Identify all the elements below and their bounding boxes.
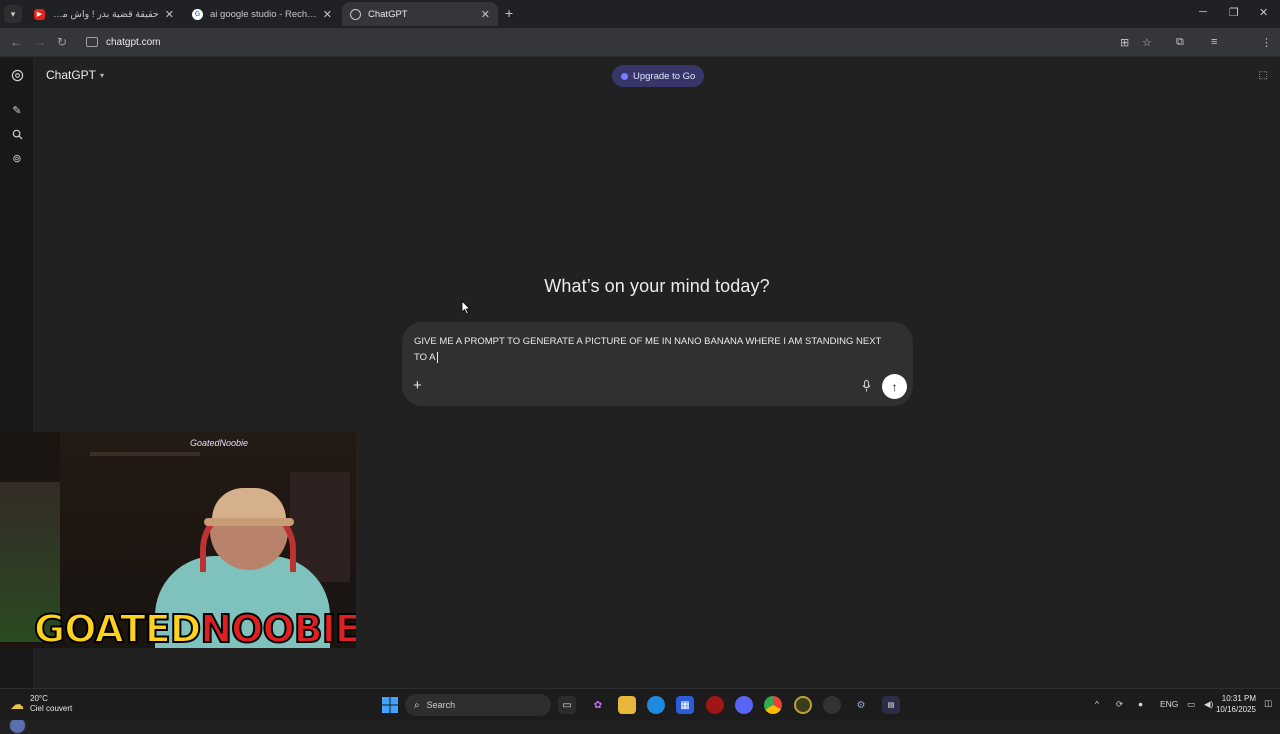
app-camera-icon[interactable] [823,696,841,714]
close-icon[interactable]: ✕ [481,8,490,21]
youtube-icon: ▶ [34,8,45,20]
chrome-icon[interactable] [764,696,782,714]
weather-text: 20°C Ciel couvert [30,694,72,714]
task-view-icon[interactable]: ▭ [558,696,576,714]
browser-tab-bar: ▾ ▶ حقيقة قضية بدر ! واش مرتو دات ✕ G ai… [0,0,1280,28]
settings-gear-icon[interactable]: ⚙ [852,696,870,714]
arrow-up-icon: ↑ [891,379,898,394]
file-explorer-icon[interactable] [618,696,636,714]
search-placeholder: Search [426,700,456,710]
clock-date: 10/16/2025 [1215,705,1256,714]
tab-title: ai google studio - Recherche G [210,8,317,20]
shelf [90,452,200,456]
chevron-down-icon: ▾ [100,70,105,80]
minimize-icon[interactable]: ─ [1199,6,1207,18]
upgrade-button[interactable]: Upgrade to Go [612,65,705,87]
app-terminal-icon[interactable]: ▤ [882,696,900,714]
text-caret [437,351,439,363]
tray-overflow-icon[interactable]: ^ [1095,699,1099,709]
streamer-name-part2: NOOBIE [199,607,356,648]
taskbar-search[interactable]: ⌕ Search [405,694,551,716]
new-tab-icon[interactable]: + [505,5,513,21]
clock-time: 10:31 PM [1221,694,1256,703]
openai-logo-icon[interactable] [10,68,24,82]
library-icon[interactable]: ⊚ [10,151,24,165]
tray-mic-icon[interactable]: ● [1138,699,1143,709]
system-clock[interactable]: 10:31 PM 10/16/2025 [1216,693,1256,715]
windows-taskbar: ☁ 20°C Ciel couvert ⌕ Search ▭ ✿ ▦ ⚙ ▤ ^… [0,688,1280,720]
streamer-logo: GOATEDNOOBIE [33,607,356,648]
model-label: ChatGPT [46,68,97,82]
window-close-icon[interactable]: ✕ [1259,6,1268,19]
new-chat-icon[interactable]: ✎ [10,103,24,117]
cap-brim [204,518,294,526]
app-red-icon[interactable] [706,696,724,714]
microphone-icon[interactable] [862,379,871,395]
language-indicator[interactable]: ENG [1160,699,1178,709]
chatgpt-icon [350,8,361,20]
prompt-input[interactable]: GIVE ME A PROMPT TO GENERATE A PICTURE O… [414,334,892,366]
media-control-icon[interactable]: ≡ [1211,36,1217,48]
site-info-icon[interactable] [86,37,98,47]
tab-youtube[interactable]: ▶ حقيقة قضية بدر ! واش مرتو دات ✕ [26,2,182,26]
prompt-text: GIVE ME A PROMPT TO GENERATE A PICTURE O… [414,336,882,363]
close-icon[interactable]: ✕ [165,8,174,21]
google-icon: G [192,8,203,20]
cam-tag: GoatedNoobie [190,438,249,448]
weather-widget[interactable]: ☁ 20°C Ciel couvert [10,694,72,714]
close-icon[interactable]: ✕ [323,8,332,21]
search-icon: ⌕ [414,699,420,711]
upgrade-label: Upgrade to Go [633,70,696,82]
reload-icon[interactable]: ↻ [57,35,67,49]
notifications-icon[interactable]: ◫ [1264,698,1272,709]
browser-toolbar: ← → ↻ chatgpt.com ⊞ ☆ ⧉ ≡ ⋮ [0,28,1280,77]
upgrade-sparkle-icon [621,72,628,80]
streamer-name-part1: GOATED [33,607,202,648]
discord-icon[interactable] [735,696,753,714]
tray-app-icon[interactable]: ⟳ [1116,699,1123,710]
send-button[interactable]: ↑ [882,374,907,399]
prompt-composer[interactable]: GIVE ME A PROMPT TO GENERATE A PICTURE O… [402,322,913,406]
tab-chatgpt[interactable]: ChatGPT ✕ [342,2,498,26]
mouse-cursor-icon [461,300,471,315]
store-icon[interactable]: ▦ [676,696,694,714]
more-menu-icon[interactable]: ⋮ [1261,36,1272,49]
extensions-icon[interactable]: ⧉ [1176,36,1184,49]
forward-icon[interactable]: → [34,35,46,49]
app-obs-icon[interactable] [794,696,812,714]
model-selector[interactable]: ChatGPT ▾ [46,68,104,82]
translate-icon[interactable]: ⊞ [1120,36,1129,49]
temporary-chat-icon[interactable]: ⬚ [1259,70,1268,81]
weather-desc: Ciel couvert [30,704,73,713]
bookmark-star-icon[interactable]: ☆ [1142,36,1152,49]
restore-icon[interactable]: ❐ [1229,6,1239,19]
volume-icon[interactable]: ◀) [1204,699,1213,710]
network-icon[interactable]: ▭ [1187,699,1195,710]
page-title: What’s on your mind today? [544,276,770,296]
tab-title: حقيقة قضية بدر ! واش مرتو دات [52,8,159,20]
search-icon[interactable] [10,127,24,141]
webcam-overlay: GoatedNoobie GOATEDNOOBIE [0,432,356,648]
cloud-icon: ☁ [10,695,24,712]
copilot-icon[interactable]: ✿ [589,696,607,714]
windows-start-icon[interactable] [381,696,399,714]
tab-google-search[interactable]: G ai google studio - Recherche G ✕ [184,2,340,26]
back-icon[interactable]: ← [10,35,22,49]
tab-search-icon[interactable]: ▾ [4,5,22,23]
tab-title: ChatGPT [368,8,408,20]
edge-icon[interactable] [647,696,665,714]
add-attachment-button[interactable]: + [413,377,422,394]
weather-temp: 20°C [30,694,48,703]
address-bar[interactable]: chatgpt.com [80,31,1162,53]
url-text: chatgpt.com [106,36,161,48]
